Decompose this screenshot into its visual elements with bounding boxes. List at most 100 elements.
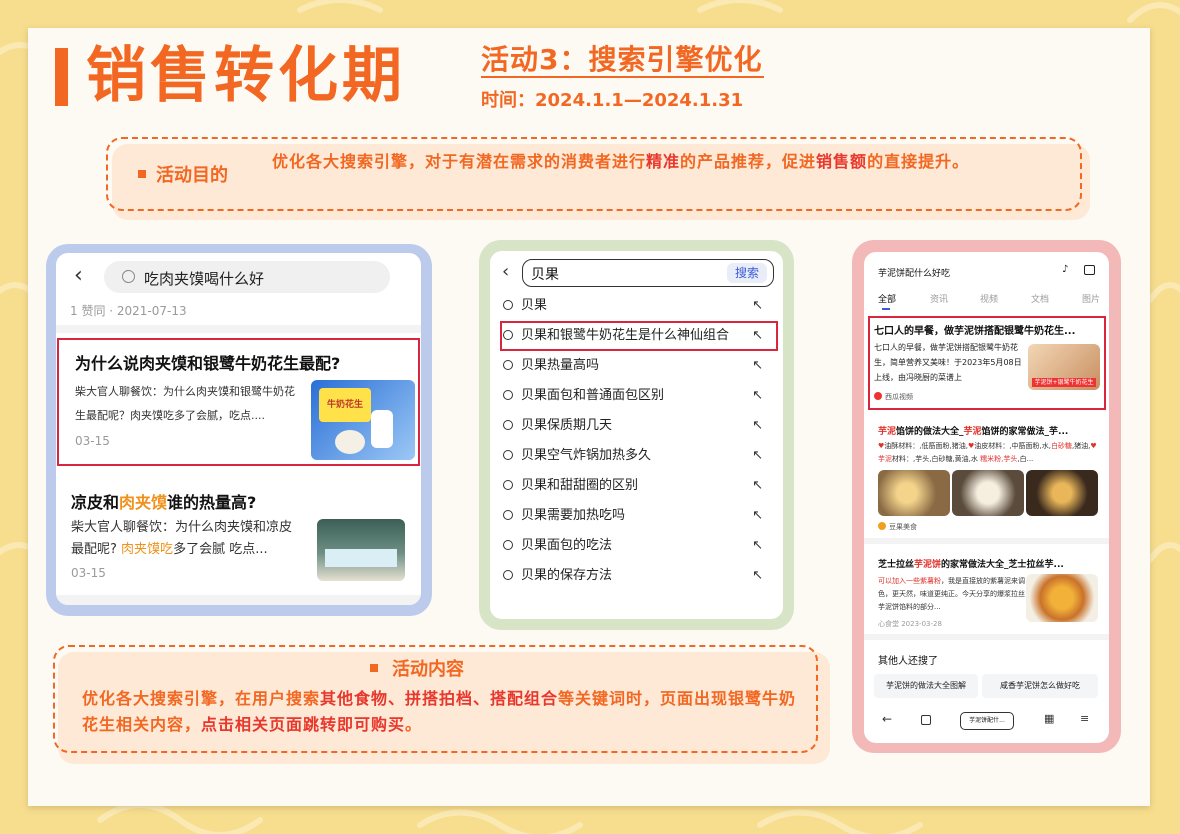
search-icon (503, 480, 513, 490)
suggestion-item[interactable]: 贝果的保存方法 ↖ (503, 561, 773, 591)
goal-text-part: 的直接提升。 (867, 152, 970, 171)
tab-video[interactable]: 视频 (980, 292, 998, 305)
search-bar[interactable]: 吃肉夹馍喝什么好 (104, 261, 390, 293)
suggestion-text: 贝果 (521, 298, 548, 313)
search-icon (503, 510, 513, 520)
search-icon (503, 570, 513, 580)
title-accent-bar (55, 48, 68, 106)
grid-icon[interactable]: ▦ (1044, 712, 1054, 725)
menu-icon[interactable]: ≡ (1080, 712, 1089, 725)
arrow-up-left-icon: ↖ (752, 568, 763, 583)
result-title[interactable]: 芋泥馅饼的做法大全_芋泥馅饼的家常做法_芋... (878, 424, 1100, 437)
search-icon (503, 360, 513, 370)
goal-text-part: 的产品推荐，促进 (680, 152, 817, 171)
title-part: 的家常做法大全_芝士拉丝芋... (941, 560, 1064, 570)
suggestion-text: 贝果需要加热吃吗 (521, 508, 626, 523)
search-icon (503, 300, 513, 310)
arrow-up-left-icon: ↖ (752, 538, 763, 553)
suggestion-item[interactable]: 贝果 ↖ (503, 291, 773, 321)
snippet-part: 油皮材料：,中筋面粉,水, (974, 442, 1051, 450)
heart-icon: ♥ (1090, 442, 1097, 450)
search-button[interactable]: 搜索 (726, 263, 767, 283)
tab-all[interactable]: 全部 (878, 292, 896, 305)
suggestion-item[interactable]: 贝果空气炸锅加热多久 ↖ (503, 441, 773, 471)
snippet-highlight: 白砂糖 (1050, 442, 1072, 450)
snippet-part: ,猪油, (1071, 442, 1091, 450)
back-arrow-icon[interactable]: ‹ (502, 261, 509, 282)
activity-time: 时间：2024.1.1—2024.1.31 (481, 90, 744, 111)
content-text-part: 优化各大搜索引擎，在用户搜索 (82, 689, 321, 708)
cheese-pie-image (1026, 574, 1098, 622)
panel-qa-screenshot: ‹ 吃肉夹馍喝什么好 1 赞同 · 2021-07-13 为什么说肉夹馍和银鹭牛… (56, 253, 421, 605)
suggestion-text: 贝果面包和普通面包区别 (521, 388, 665, 403)
source-logo-icon (878, 522, 886, 530)
card2-snippet: 柴大官人聊餐饮：为什么肉夹馍和凉皮最配呢? 肉夹馍吃多了会腻 吃点... (71, 517, 303, 561)
product-label: 牛奶花生 (319, 388, 371, 422)
result-title: 七口人的早餐，做芋泥饼搭配银鹭牛奶花生... (874, 326, 1076, 337)
search-query: 吃肉夹馍喝什么好 (144, 270, 265, 288)
snippet-part: 材料：,芋头,白砂糖,黄油,水 (892, 455, 981, 463)
content-text-highlight: 其他食物、拼搭拍档、搭配组合 (320, 689, 559, 708)
current-tab-button[interactable]: 芋泥饼配什... (960, 712, 1014, 730)
result-snippet: 七口人的早餐，做芋泥饼搭配银鹭牛奶花生，简单营养又美味！于2023年5月08日上… (874, 343, 1022, 382)
search-input[interactable]: 贝果 搜索 (522, 259, 774, 287)
suggestion-text: 贝果空气炸锅加热多久 (521, 448, 652, 463)
tab-images[interactable]: 图片 (1082, 292, 1100, 305)
camera-icon[interactable] (1084, 265, 1095, 275)
related-search-chip[interactable]: 咸香芋泥饼怎么做好吃 (982, 674, 1098, 698)
activity-title: 活动3：搜索引擎优化 (481, 43, 763, 76)
others-searched-title: 其他人还搜了 (878, 656, 938, 667)
goal-text: 优化各大搜索引擎，对于有潜在需求的消费者进行精准的产品推荐，促进销售额的直接提升… (272, 148, 1062, 176)
content-text-highlight: 点击相关页面跳转即可购买 (201, 715, 406, 734)
title-part: 馅饼的家常做法_芋... (981, 427, 1069, 437)
food-image-3 (1026, 470, 1098, 516)
arrow-up-left-icon: ↖ (752, 448, 763, 463)
result-snippet: ♥油酥材料：,低筋面粉,猪油,♥油皮材料：,中筋面粉,水,白砂糖,猪油,♥芋泥材… (878, 440, 1100, 466)
title-highlight: 肉夹馍 (119, 493, 168, 512)
thumb-caption: 芋泥饼+银鹭牛奶花生 (1032, 378, 1096, 387)
divider (864, 634, 1109, 640)
shop-counter-shape (325, 549, 397, 567)
card2-date: 03-15 (71, 566, 106, 580)
microphone-icon[interactable]: ♪ (1062, 264, 1068, 275)
suggestion-text: 贝果和甜甜圈的区别 (521, 478, 639, 493)
result-thumbnail: 芋泥饼+银鹭牛奶花生 (1028, 344, 1100, 390)
card2-title[interactable]: 凉皮和肉夹馍谁的热量高? (71, 489, 256, 513)
suggestion-item[interactable]: 贝果和甜甜圈的区别 ↖ (503, 471, 773, 501)
suggestion-item[interactable]: 贝果保质期几天 ↖ (503, 411, 773, 441)
search-query: 芋泥饼配什么好吃 (878, 269, 951, 279)
suggestion-item[interactable]: 贝果面包的吃法 ↖ (503, 531, 773, 561)
card-title: 为什么说肉夹馍和银鹭牛奶花生最配? (75, 354, 341, 373)
card-date: 03-15 (75, 434, 110, 448)
suggestion-item[interactable]: 贝果需要加热吃吗 ↖ (503, 501, 773, 531)
related-search-chip[interactable]: 芋泥饼的做法大全图解 (874, 674, 978, 698)
suggestion-item[interactable]: 贝果热量高吗 ↖ (503, 351, 773, 381)
title-highlight: 芋泥 (963, 427, 982, 437)
panel-result-screenshot: 芋泥饼配什么好吃 ♪ 全部 资讯 视频 文档 图片 七口人的早餐，做芋泥饼搭配银… (864, 252, 1109, 743)
bottle-shape (371, 410, 393, 448)
arrow-up-left-icon: ↖ (752, 328, 763, 343)
result-card-highlighted[interactable]: 七口人的早餐，做芋泥饼搭配银鹭牛奶花生... 七口人的早餐，做芋泥饼搭配银鹭牛奶… (868, 316, 1106, 410)
content-text-part: 。 (405, 715, 423, 734)
title-highlight: 芋泥饼 (914, 560, 942, 570)
suggestion-text: 贝果和银鹭牛奶花生是什么神仙组合 (521, 328, 730, 343)
arrow-up-left-icon: ↖ (752, 418, 763, 433)
snippet-highlight: 芋泥 (878, 455, 892, 463)
result-title[interactable]: 芝士拉丝芋泥饼的家常做法大全_芝士拉丝芋... (878, 557, 1100, 570)
suggestion-item-highlighted[interactable]: 贝果和银鹭牛奶花生是什么神仙组合 ↖ (503, 321, 773, 351)
arrow-up-left-icon: ↖ (752, 478, 763, 493)
back-arrow-icon[interactable]: ‹ (74, 263, 83, 288)
window-icon[interactable] (921, 715, 931, 725)
goal-text-part: 优化各大搜索引擎，对于有潜在需求的消费者进行 (272, 152, 647, 171)
result-card-highlighted[interactable]: 为什么说肉夹馍和银鹭牛奶花生最配? 柴大官人聊餐饮：为什么肉夹馍和银鹭牛奶花生最… (57, 338, 420, 466)
result-source: 心食堂 2023-03-28 (878, 620, 942, 628)
tab-news[interactable]: 资讯 (930, 292, 948, 305)
result-source: 西瓜视频 (885, 393, 913, 401)
bullet-square-icon (138, 170, 146, 178)
bowl-shape (335, 430, 365, 454)
snippet-highlight: 糯米粉,芋头 (980, 455, 1018, 463)
back-arrow-icon[interactable]: ← (882, 712, 892, 726)
title-highlight: 芋泥 (878, 427, 897, 437)
tab-docs[interactable]: 文档 (1031, 292, 1049, 305)
suggestion-item[interactable]: 贝果面包和普通面包区别 ↖ (503, 381, 773, 411)
